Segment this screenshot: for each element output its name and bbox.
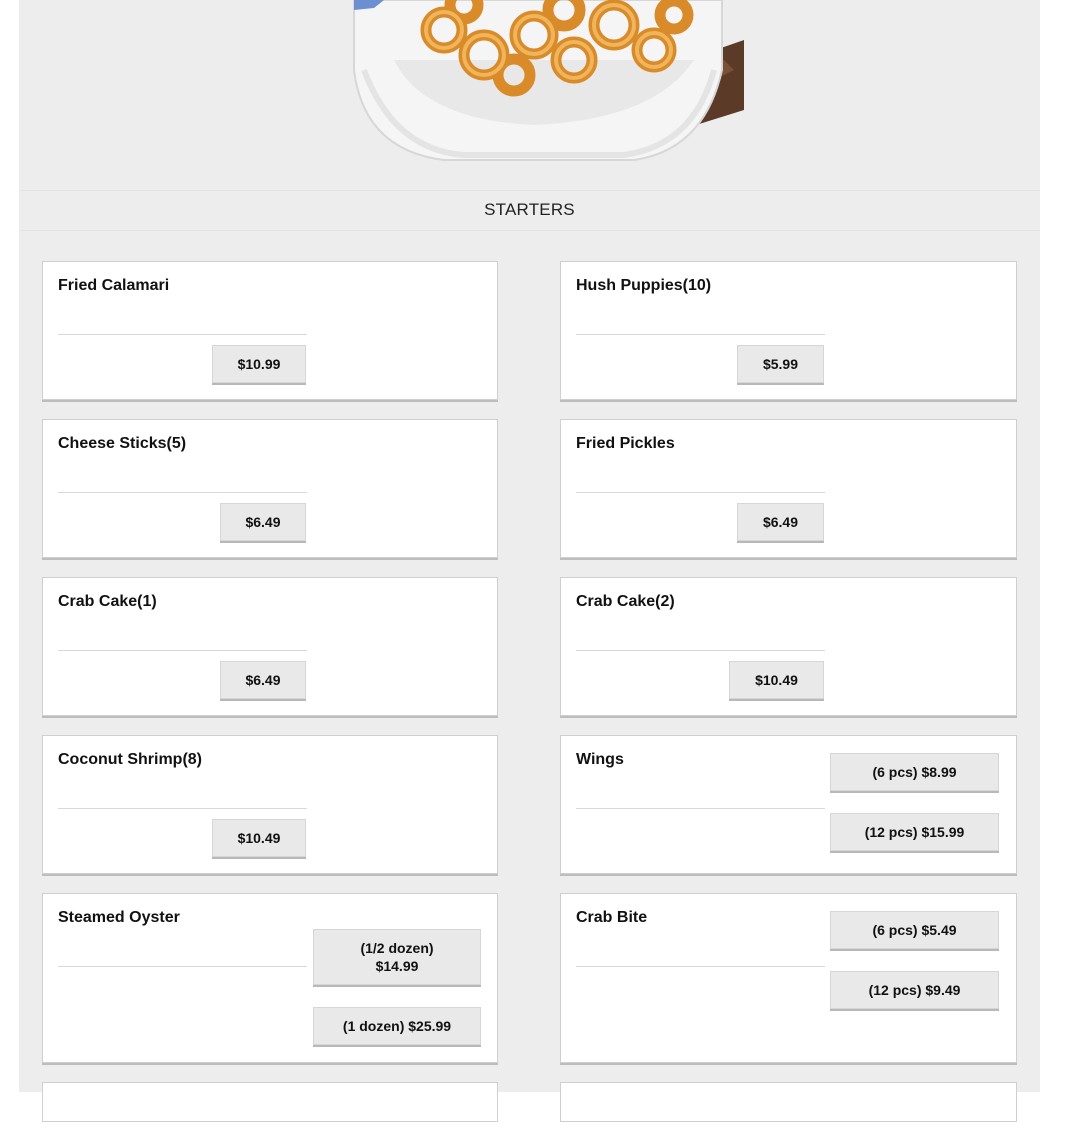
divider [576,492,825,493]
price-button[interactable]: (12 pcs) $9.49 [830,971,999,1009]
menu-item-card[interactable] [560,1082,1017,1122]
menu-item-card[interactable]: Crab Bite (6 pcs) $5.49 (12 pcs) $9.49 [560,893,1017,1063]
price-button[interactable]: $10.49 [212,819,306,857]
menu-page: STARTERS Fried Calamari $10.99 Hush Pupp… [19,0,1040,1122]
price-button[interactable]: (1 dozen) $25.99 [313,1007,481,1045]
item-name: Crab Cake(2) [576,593,675,610]
divider [58,650,307,651]
divider [576,808,825,809]
section-title: STARTERS [484,200,575,219]
price-button[interactable]: $10.99 [212,345,306,383]
item-name: Crab Cake(1) [58,593,157,610]
hero-section [19,0,1040,191]
price-button[interactable]: (6 pcs) $5.49 [830,911,999,949]
menu-item-card[interactable]: Fried Pickles $6.49 [560,419,1017,558]
item-name: Fried Calamari [58,277,170,294]
price-button[interactable]: $6.49 [737,503,824,541]
item-name: Coconut Shrimp(8) [58,751,202,768]
price-button[interactable]: $10.49 [729,661,824,699]
divider [576,966,825,967]
price-button[interactable]: $6.49 [220,661,306,699]
fried-calamari-dish-image [353,0,744,161]
menu-item-card[interactable]: Steamed Oyster (1/2 dozen) $14.99 (1 doz… [42,893,498,1063]
price-button[interactable]: $5.99 [737,345,824,383]
item-name: Fried Pickles [576,435,675,452]
divider [576,650,825,651]
divider [58,334,307,335]
price-button[interactable]: $6.49 [220,503,306,541]
menu-item-card[interactable] [42,1082,498,1122]
divider [58,966,307,967]
divider [58,492,307,493]
item-name: Crab Bite [576,909,648,926]
section-header: STARTERS [19,190,1040,231]
price-button[interactable]: (6 pcs) $8.99 [830,753,999,791]
menu-item-card[interactable]: Crab Cake(2) $10.49 [560,577,1017,716]
price-button[interactable]: (12 pcs) $15.99 [830,813,999,851]
item-name: Hush Puppies(10) [576,277,712,294]
item-name: Steamed Oyster [58,909,180,926]
menu-item-card[interactable]: Wings (6 pcs) $8.99 (12 pcs) $15.99 [560,735,1017,874]
menu-item-card[interactable]: Crab Cake(1) $6.49 [42,577,498,716]
menu-item-card[interactable]: Hush Puppies(10) $5.99 [560,261,1017,400]
item-name: Wings [576,751,624,768]
menu-item-card[interactable]: Fried Calamari $10.99 [42,261,498,400]
item-name: Cheese Sticks(5) [58,435,187,452]
divider [58,808,307,809]
price-button[interactable]: (1/2 dozen) $14.99 [313,929,481,985]
divider [576,334,825,335]
menu-item-card[interactable]: Cheese Sticks(5) $6.49 [42,419,498,558]
menu-item-card[interactable]: Coconut Shrimp(8) $10.49 [42,735,498,874]
